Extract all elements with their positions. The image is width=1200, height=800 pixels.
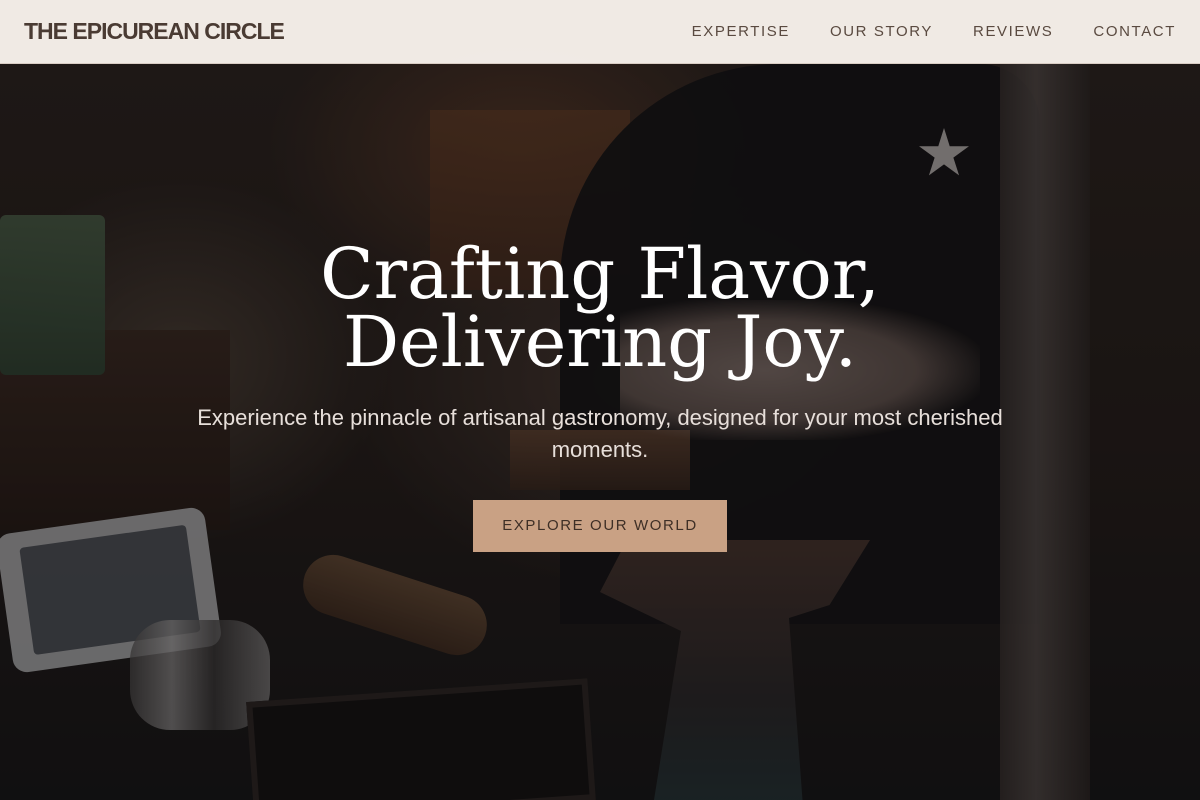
main-nav: EXPERTISE OUR STORY REVIEWS CONTACT (692, 23, 1176, 40)
explore-our-world-button[interactable]: EXPLORE OUR WORLD (473, 500, 727, 552)
hero-headline: Crafting Flavor, Delivering Joy. (0, 233, 1200, 383)
nav-link-reviews[interactable]: REVIEWS (973, 23, 1053, 40)
hero-headline-line-2: Delivering Joy. (343, 301, 857, 383)
nav-link-contact[interactable]: CONTACT (1093, 23, 1176, 40)
nav-link-expertise[interactable]: EXPERTISE (692, 23, 790, 40)
hero-subtext: Experience the pinnacle of artisanal gas… (197, 405, 1003, 462)
site-header: THE EPICUREAN CIRCLE EXPERTISE OUR STORY… (0, 0, 1200, 64)
nav-link-our-story[interactable]: OUR STORY (830, 23, 933, 40)
hero-headline-line-1: Crafting Flavor, (320, 233, 880, 315)
hero-section: Crafting Flavor, Delivering Joy. Experie… (0, 233, 1200, 552)
brand-logo[interactable]: THE EPICUREAN CIRCLE (24, 18, 285, 45)
landing-page: THE EPICUREAN CIRCLE EXPERTISE OUR STORY… (0, 0, 1200, 800)
